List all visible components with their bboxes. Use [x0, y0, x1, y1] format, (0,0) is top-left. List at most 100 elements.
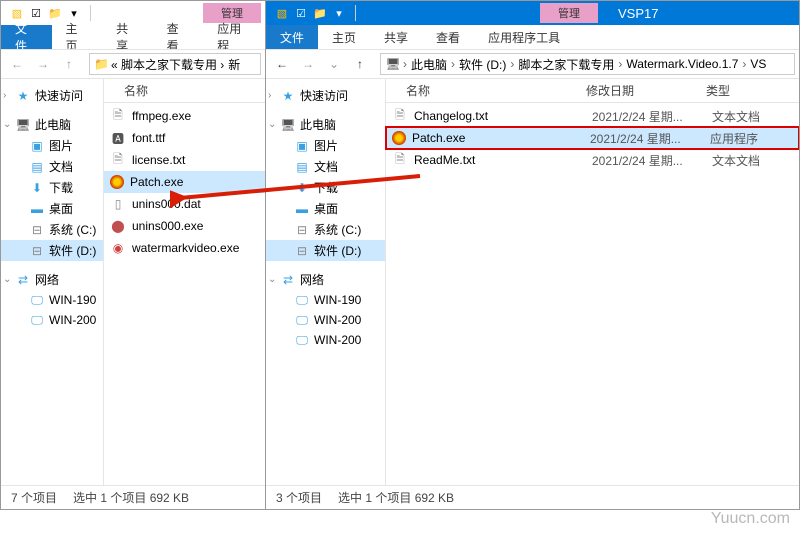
col-date[interactable]: 修改日期 [586, 82, 706, 99]
tab-view[interactable]: 查看 [153, 25, 204, 49]
file-row[interactable]: ◉watermarkvideo.exe [104, 237, 265, 259]
file-row[interactable]: ▯unins000.dat [104, 193, 265, 215]
nav-win190[interactable]: 🖵WIN-190 [266, 290, 385, 310]
nav-pictures[interactable]: ▣图片 [266, 135, 385, 156]
nav-pictures[interactable]: ▣图片 [1, 135, 103, 156]
tab-view[interactable]: 查看 [422, 25, 474, 49]
nav-this-pc[interactable]: 🖥此电脑 [1, 114, 103, 135]
nav-fwd-button[interactable]: → [31, 52, 55, 76]
nav-back-button[interactable]: ← [5, 52, 29, 76]
file-row[interactable]: ⬤unins000.exe [104, 215, 265, 237]
monitor-icon: 🖵 [29, 292, 45, 308]
nav-pane-back[interactable]: ★快速访问 🖥此电脑 ▣图片 ▤文档 ⬇下载 ▬桌面 ⊟系统 (C:) ⊟软件 … [1, 79, 104, 485]
qat-dropdown-icon[interactable]: ▾ [66, 5, 82, 21]
tab-share[interactable]: 共享 [370, 25, 422, 49]
file-row[interactable]: 🗎license.txt [104, 149, 265, 171]
nav-win190[interactable]: 🖵WIN-190 [1, 290, 103, 310]
status-selection: 选中 1 个项目 692 KB [73, 489, 189, 506]
file-row[interactable]: Patch.exe [104, 171, 265, 193]
nav-documents[interactable]: ▤文档 [1, 156, 103, 177]
pc-icon: 🖥 [280, 117, 296, 133]
downloads-icon: ⬇ [294, 180, 310, 196]
nav-documents[interactable]: ▤文档 [266, 156, 385, 177]
chevron-right-icon[interactable]: › [508, 57, 516, 71]
nav-back-button[interactable]: ← [270, 52, 294, 76]
file-row[interactable]: Patch.exe2021/2/24 星期...应用程序 [386, 127, 799, 149]
file-list-back[interactable]: 🗎ffmpeg.exe🅰font.ttf🗎license.txt Patch.ex… [104, 103, 265, 485]
tab-apptools[interactable]: 应用程序工具 [474, 25, 574, 49]
nav-up-button[interactable]: ↑ [57, 52, 81, 76]
nav-win200b[interactable]: 🖵WIN-200 [266, 330, 385, 350]
file-list-front[interactable]: 🗎Changelog.txt2021/2/24 星期...文本文档Patch.e… [386, 103, 799, 485]
folder-icon: ▧ [9, 5, 25, 21]
folder-icon: ▧ [274, 5, 290, 21]
window-title: VSP17 [598, 6, 795, 21]
chevron-right-icon[interactable]: › [449, 57, 457, 71]
col-type[interactable]: 类型 [706, 82, 786, 99]
pictures-icon: ▣ [294, 138, 310, 154]
nav-network[interactable]: ⇄网络 [266, 269, 385, 290]
tab-home[interactable]: 主页 [318, 25, 370, 49]
text-file-icon: 🗎 [110, 108, 126, 124]
nav-desktop[interactable]: ▬桌面 [266, 198, 385, 219]
ribbon-tabs-front: 文件 主页 共享 查看 应用程序工具 [266, 25, 799, 49]
tab-file[interactable]: 文件 [1, 25, 52, 49]
explorer-window-front: ▧ ☑ 📁 ▾ 管理 VSP17 文件 主页 共享 查看 应用程序工具 ← → … [265, 0, 800, 510]
chevron-right-icon[interactable]: › [401, 57, 409, 71]
tab-home[interactable]: 主页 [52, 25, 103, 49]
file-name: Patch.exe [412, 131, 590, 145]
nav-this-pc[interactable]: 🖥此电脑 [266, 114, 385, 135]
nav-quick-access[interactable]: ★快速访问 [266, 85, 385, 106]
pictures-icon: ▣ [29, 138, 45, 154]
chevron-right-icon[interactable]: › [740, 57, 748, 71]
qat-folder-icon[interactable]: 📁 [312, 5, 328, 21]
folder-icon: 📁 [94, 57, 109, 71]
nav-win200[interactable]: 🖵WIN-200 [1, 310, 103, 330]
qat-checkbox-icon[interactable]: ☑ [28, 5, 44, 21]
nav-fwd-button[interactable]: → [296, 52, 320, 76]
file-type: 文本文档 [712, 108, 792, 125]
col-name[interactable]: 名称 [386, 82, 586, 99]
documents-icon: ▤ [29, 159, 45, 175]
nav-softdrive[interactable]: ⊟软件 (D:) [266, 240, 385, 261]
monitor-icon: 🖵 [294, 332, 310, 348]
file-row[interactable]: 🗎Changelog.txt2021/2/24 星期...文本文档 [386, 105, 799, 127]
addressbar-front: ← → ⌄ ↑ 🖥 › 此电脑 › 软件 (D:) › 脚本之家下载专用 › W… [266, 49, 799, 79]
nav-sysdrive[interactable]: ⊟系统 (C:) [1, 219, 103, 240]
nav-downloads[interactable]: ⬇下载 [266, 177, 385, 198]
file-name: font.ttf [132, 131, 265, 145]
nav-pane-front[interactable]: ★快速访问 🖥此电脑 ▣图片 ▤文档 ⬇下载 ▬桌面 ⊟系统 (C:) ⊟软件 … [266, 79, 386, 485]
tab-share[interactable]: 共享 [102, 25, 153, 49]
breadcrumb-back[interactable]: 📁 « 脚本之家下载专用 › 新 [89, 53, 261, 75]
nav-network[interactable]: ⇄网络 [1, 269, 103, 290]
nav-sysdrive[interactable]: ⊟系统 (C:) [266, 219, 385, 240]
file-name: unins000.exe [132, 219, 265, 233]
nav-quick-access[interactable]: ★快速访问 [1, 85, 103, 106]
nav-up-button[interactable]: ↑ [348, 52, 372, 76]
nav-win200[interactable]: 🖵WIN-200 [266, 310, 385, 330]
breadcrumb-front[interactable]: 🖥 › 此电脑 › 软件 (D:) › 脚本之家下载专用 › Watermark… [380, 53, 795, 75]
col-name[interactable]: 名称 [104, 82, 265, 99]
nav-downloads[interactable]: ⬇下载 [1, 177, 103, 198]
monitor-icon: 🖵 [294, 312, 310, 328]
file-row[interactable]: 🗎ReadMe.txt2021/2/24 星期...文本文档 [386, 149, 799, 171]
file-name: Patch.exe [130, 175, 265, 189]
file-name: watermarkvideo.exe [132, 241, 265, 255]
tab-apptools[interactable]: 应用程 [203, 25, 265, 49]
qat-folder-icon[interactable]: 📁 [47, 5, 63, 21]
nav-softdrive[interactable]: ⊟软件 (D:) [1, 240, 103, 261]
file-row[interactable]: 🅰font.ttf [104, 127, 265, 149]
status-selection: 选中 1 个项目 692 KB [338, 489, 454, 506]
column-headers-front[interactable]: 名称 修改日期 类型 [386, 79, 799, 103]
exe-icon [110, 175, 124, 189]
nav-recent-button[interactable]: ⌄ [322, 52, 346, 76]
file-row[interactable]: 🗎ffmpeg.exe [104, 105, 265, 127]
explorer-window-back: ▧ ☑ 📁 ▾ 管理 文件 主页 共享 查看 应用程 ← → ↑ 📁 « 脚本之… [0, 0, 265, 510]
qat-dropdown-icon[interactable]: ▾ [331, 5, 347, 21]
star-icon: ★ [15, 88, 31, 104]
column-headers-back[interactable]: 名称 [104, 79, 265, 103]
tab-file[interactable]: 文件 [266, 25, 318, 49]
nav-desktop[interactable]: ▬桌面 [1, 198, 103, 219]
chevron-right-icon[interactable]: › [616, 57, 624, 71]
qat-checkbox-icon[interactable]: ☑ [293, 5, 309, 21]
